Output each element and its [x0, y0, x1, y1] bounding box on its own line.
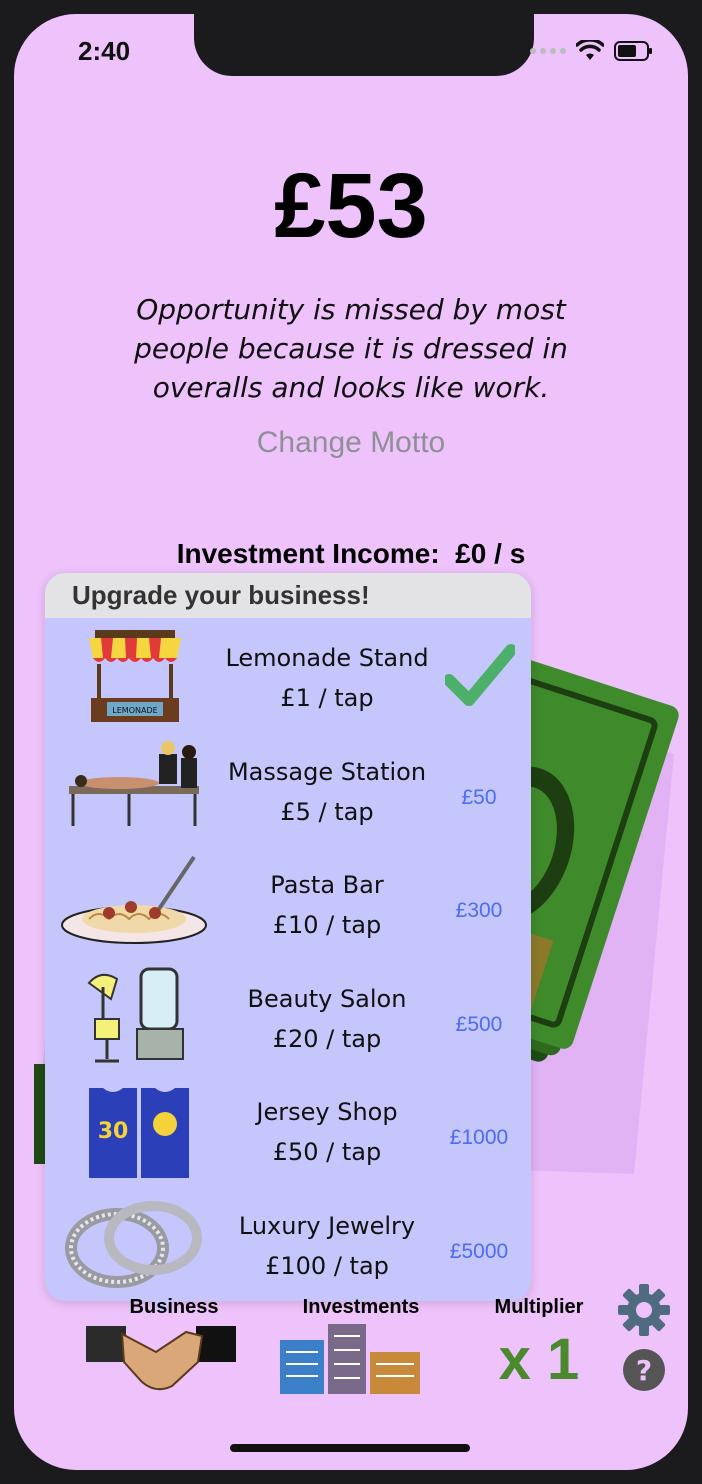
business-rate: £10 / tap: [272, 911, 382, 939]
app-screen: 2:40 £53 Opportunity is missed by most p…: [14, 14, 688, 1470]
tab-investments-label[interactable]: Investments: [276, 1296, 446, 1319]
business-row-luxury-jewelry[interactable]: Luxury Jewelry £100 / tap £5000: [45, 1186, 531, 1300]
income-label: Investment Income:: [176, 538, 440, 569]
business-price-button[interactable]: £5000: [437, 1240, 521, 1264]
business-price-button[interactable]: £1000: [437, 1126, 521, 1150]
jersey-icon: 30: [89, 1088, 189, 1178]
business-name: Pasta Bar: [270, 871, 384, 899]
business-price-button[interactable]: £500: [437, 1013, 521, 1037]
balance-display: £53: [274, 155, 428, 257]
business-price-button[interactable]: £50: [437, 786, 521, 810]
business-rate: £5 / tap: [280, 797, 374, 826]
business-row-pasta-bar[interactable]: Pasta Bar £10 / tap £300: [45, 845, 531, 959]
massage-table-icon: [69, 740, 199, 826]
svg-text:?: ?: [636, 1354, 652, 1387]
business-row-lemonade-stand[interactable]: LEMONADE Lemonade Stand £1 / tap: [45, 618, 531, 732]
status-icons: [530, 40, 654, 62]
multiplier-value[interactable]: x 1: [489, 1326, 589, 1393]
wifi-icon: [576, 40, 604, 60]
gear-icon[interactable]: [618, 1284, 670, 1336]
device-notch: [194, 14, 534, 76]
change-motto-button[interactable]: Change Motto: [14, 426, 688, 460]
business-name: Jersey Shop: [256, 1098, 398, 1126]
business-price-button[interactable]: £300: [437, 899, 521, 923]
investment-income: Investment Income: £0 / s: [14, 538, 688, 570]
tab-business-label[interactable]: Business: [94, 1296, 254, 1319]
business-list: LEMONADE Lemonade Stand £1 / tap Massage…: [45, 618, 531, 1299]
home-indicator: [230, 1444, 470, 1452]
pasta-plate-icon: [61, 855, 207, 944]
business-rate: £50 / tap: [272, 1138, 382, 1166]
lemonade-stand-icon: LEMONADE: [89, 630, 181, 722]
business-rate: £20 / tap: [272, 1024, 382, 1053]
motto-text: Opportunity is missed by most people bec…: [134, 293, 568, 404]
business-row-massage-station[interactable]: Massage Station £5 / tap £50: [45, 732, 531, 846]
rings-icon: [65, 1200, 202, 1288]
business-name: Luxury Jewelry: [238, 1211, 416, 1240]
tab-multiplier-label[interactable]: Multiplier: [474, 1296, 604, 1319]
business-row-jersey-shop[interactable]: 30 Jersey Shop £50 / tap £1000: [45, 1072, 531, 1186]
battery-icon: [614, 41, 652, 61]
help-icon[interactable]: ?: [622, 1348, 666, 1392]
business-name: Lemonade Stand: [225, 644, 429, 672]
popover-title: Upgrade your business!: [45, 573, 531, 618]
business-rate: £1 / tap: [280, 684, 374, 712]
handshake-icon[interactable]: [86, 1322, 236, 1394]
owned-checkmark-icon: [445, 644, 515, 706]
business-row-beauty-salon[interactable]: Beauty Salon £20 / tap £500: [45, 959, 531, 1073]
status-time: 2:40: [78, 36, 131, 66]
buildings-icon[interactable]: [278, 1324, 424, 1394]
svg-text:LEMONADE: LEMONADE: [112, 706, 157, 715]
upgrade-business-popover: Upgrade your business! LEMONADE Lemonade…: [45, 573, 531, 1301]
business-name: Beauty Salon: [247, 984, 407, 1013]
business-rate: £100 / tap: [265, 1251, 389, 1280]
cellular-signal-icon: [530, 48, 566, 54]
business-name: Massage Station: [227, 757, 427, 786]
svg-text:30: 30: [98, 1119, 129, 1144]
device-frame: 2:40 £53 Opportunity is missed by most p…: [0, 0, 702, 1484]
salon-chair-icon: [87, 967, 184, 1062]
income-value: £0 / s: [455, 538, 526, 569]
